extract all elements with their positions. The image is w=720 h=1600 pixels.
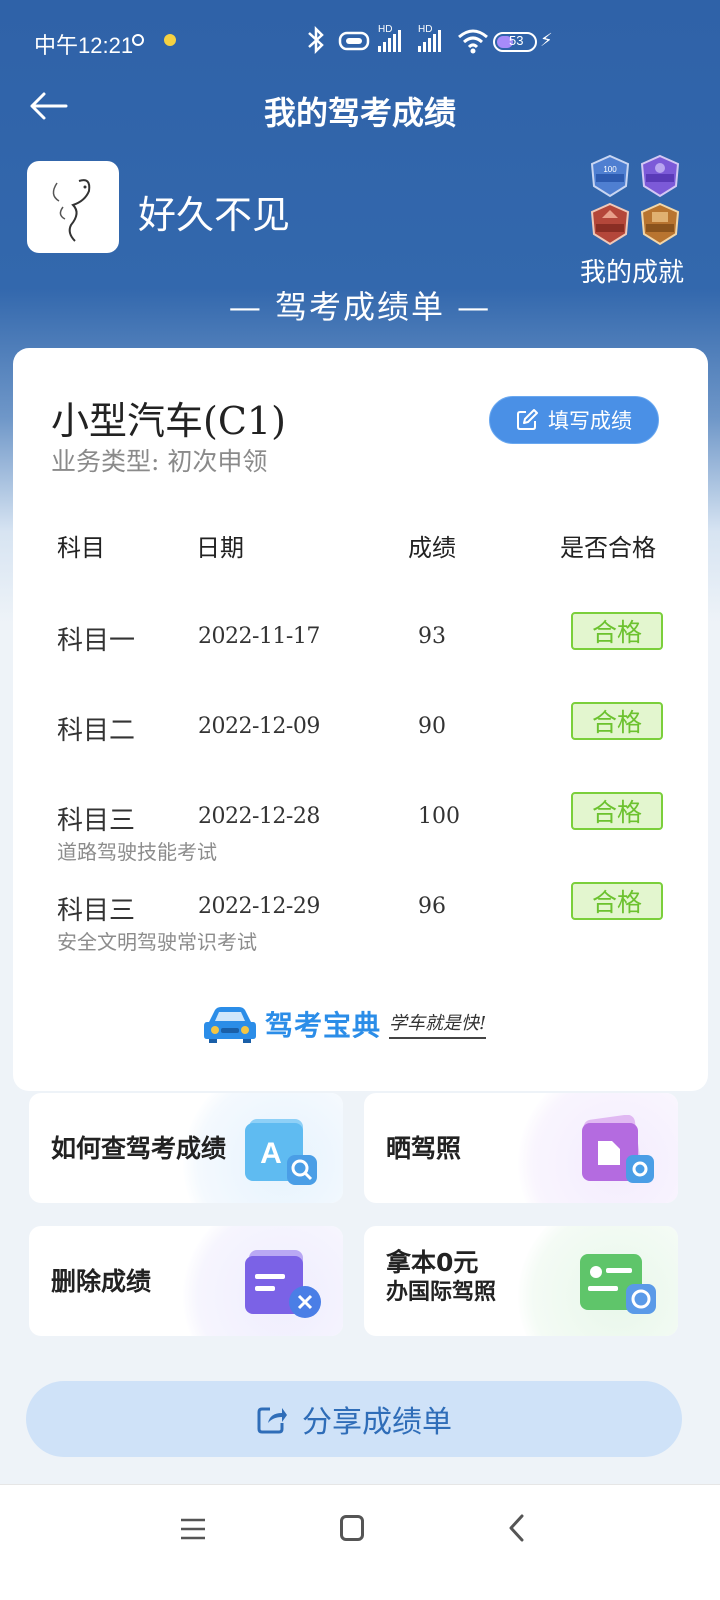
share-icon xyxy=(257,1407,287,1434)
tile-label: 拿本0元 办国际驾照 xyxy=(386,1248,496,1308)
brand-slogan: 学车就是快! xyxy=(389,1009,487,1039)
row-score: 96 xyxy=(418,894,446,919)
pass-badge: 合格 xyxy=(571,702,663,740)
page-title: 我的驾考成绩 xyxy=(263,94,456,132)
car-logo-icon xyxy=(204,1007,256,1043)
row-score: 100 xyxy=(418,804,460,829)
international-license-tile[interactable]: 拿本0元 办国际驾照 xyxy=(364,1226,678,1336)
svg-text:A: A xyxy=(260,1137,282,1170)
vibrate-icon xyxy=(338,31,370,51)
row-subject: 科目二 xyxy=(57,716,136,746)
brand-logo: 驾考宝典 学车就是快! xyxy=(203,1000,523,1048)
row-score: 90 xyxy=(418,714,446,739)
system-nav-bar xyxy=(0,1484,720,1600)
pass-badge: 合格 xyxy=(571,882,663,920)
score-card: 小型汽车(C1) 业务类型: 初次申领 填写成绩 科目 日期 成绩 是否合格 科… xyxy=(13,348,708,1091)
search-document-icon: A xyxy=(245,1119,317,1185)
photo-share-icon xyxy=(582,1115,654,1183)
fill-score-label: 填写成绩 xyxy=(548,409,632,433)
share-score-label: 分享成绩单 xyxy=(302,1405,452,1440)
row-subject-detail: 道路驾驶技能考试 xyxy=(57,840,217,864)
nav-back-icon[interactable] xyxy=(505,1513,529,1543)
license-type: 小型汽车(C1) xyxy=(51,399,286,443)
row-subject: 科目三 xyxy=(57,806,136,836)
pass-badge: 合格 xyxy=(571,792,663,830)
edit-icon xyxy=(517,409,538,430)
table-row: 科目三 安全文明驾驶常识考试 2022-12-29 96 合格 xyxy=(13,882,708,970)
row-date: 2022-12-29 xyxy=(198,894,320,919)
column-header-subject: 科目 xyxy=(57,534,105,562)
home-icon[interactable] xyxy=(340,1515,364,1541)
table-row: 科目一 2022-11-17 93 合格 xyxy=(13,612,708,700)
avatar-image xyxy=(52,179,91,242)
tile-label: 如何查驾考成绩 xyxy=(51,1134,227,1163)
share-license-tile[interactable]: 晒驾照 xyxy=(364,1093,678,1203)
status-bar: 中午12:21 HD HD 53 ⚡ xyxy=(34,24,553,58)
badge-icon xyxy=(640,154,680,198)
row-subject: 科目一 xyxy=(57,626,136,656)
table-row: 科目二 2022-12-09 90 合格 xyxy=(13,702,708,790)
status-time: 中午12:21 xyxy=(34,33,134,58)
row-score: 93 xyxy=(418,624,446,649)
notification-icon xyxy=(164,34,176,46)
bluetooth-icon xyxy=(308,26,324,54)
badge-icon xyxy=(640,202,680,246)
business-type: 业务类型: 初次申领 xyxy=(51,447,268,476)
how-to-check-score-tile[interactable]: 如何查驾考成绩 A xyxy=(29,1093,343,1203)
wifi-icon xyxy=(458,29,488,54)
battery-icon: 53 xyxy=(493,32,537,52)
table-row: 科目三 道路驾驶技能考试 2022-12-28 100 合格 xyxy=(13,792,708,880)
tile-label-line: 拿本0元 xyxy=(386,1248,479,1277)
delete-score-tile[interactable]: 删除成绩 xyxy=(29,1226,343,1336)
notification-icon xyxy=(132,34,144,46)
tile-label: 删除成绩 xyxy=(51,1267,152,1296)
avatar[interactable] xyxy=(27,161,119,253)
international-license-icon xyxy=(580,1254,656,1314)
column-header-passed: 是否合格 xyxy=(560,534,656,562)
row-subject: 科目三 xyxy=(57,896,136,926)
share-score-button[interactable]: 分享成绩单 xyxy=(26,1381,682,1457)
fill-score-button[interactable]: 填写成绩 xyxy=(489,396,659,444)
achievement-badges[interactable]: 100 xyxy=(588,154,682,246)
tile-label: 晒驾照 xyxy=(386,1134,462,1163)
column-header-date: 日期 xyxy=(196,534,244,562)
row-date: 2022-12-28 xyxy=(198,804,320,829)
row-date: 2022-12-09 xyxy=(198,714,320,739)
row-subject-detail: 安全文明驾驶常识考试 xyxy=(57,930,257,954)
brand-name: 驾考宝典 xyxy=(265,1009,382,1042)
pass-badge: 合格 xyxy=(571,612,663,650)
tile-label-line: 办国际驾照 xyxy=(386,1280,497,1305)
delete-document-icon xyxy=(245,1250,321,1318)
badge-icon: 100 xyxy=(590,154,630,198)
sheet-heading: — 驾考成绩单 — xyxy=(228,288,492,326)
row-date: 2022-11-17 xyxy=(198,624,320,649)
badge-icon xyxy=(590,202,630,246)
menu-icon[interactable] xyxy=(180,1517,206,1541)
charging-icon: ⚡ xyxy=(540,30,553,51)
username: 好久不见 xyxy=(138,193,291,237)
column-header-score: 成绩 xyxy=(408,534,456,562)
svg-text:100: 100 xyxy=(603,165,617,174)
